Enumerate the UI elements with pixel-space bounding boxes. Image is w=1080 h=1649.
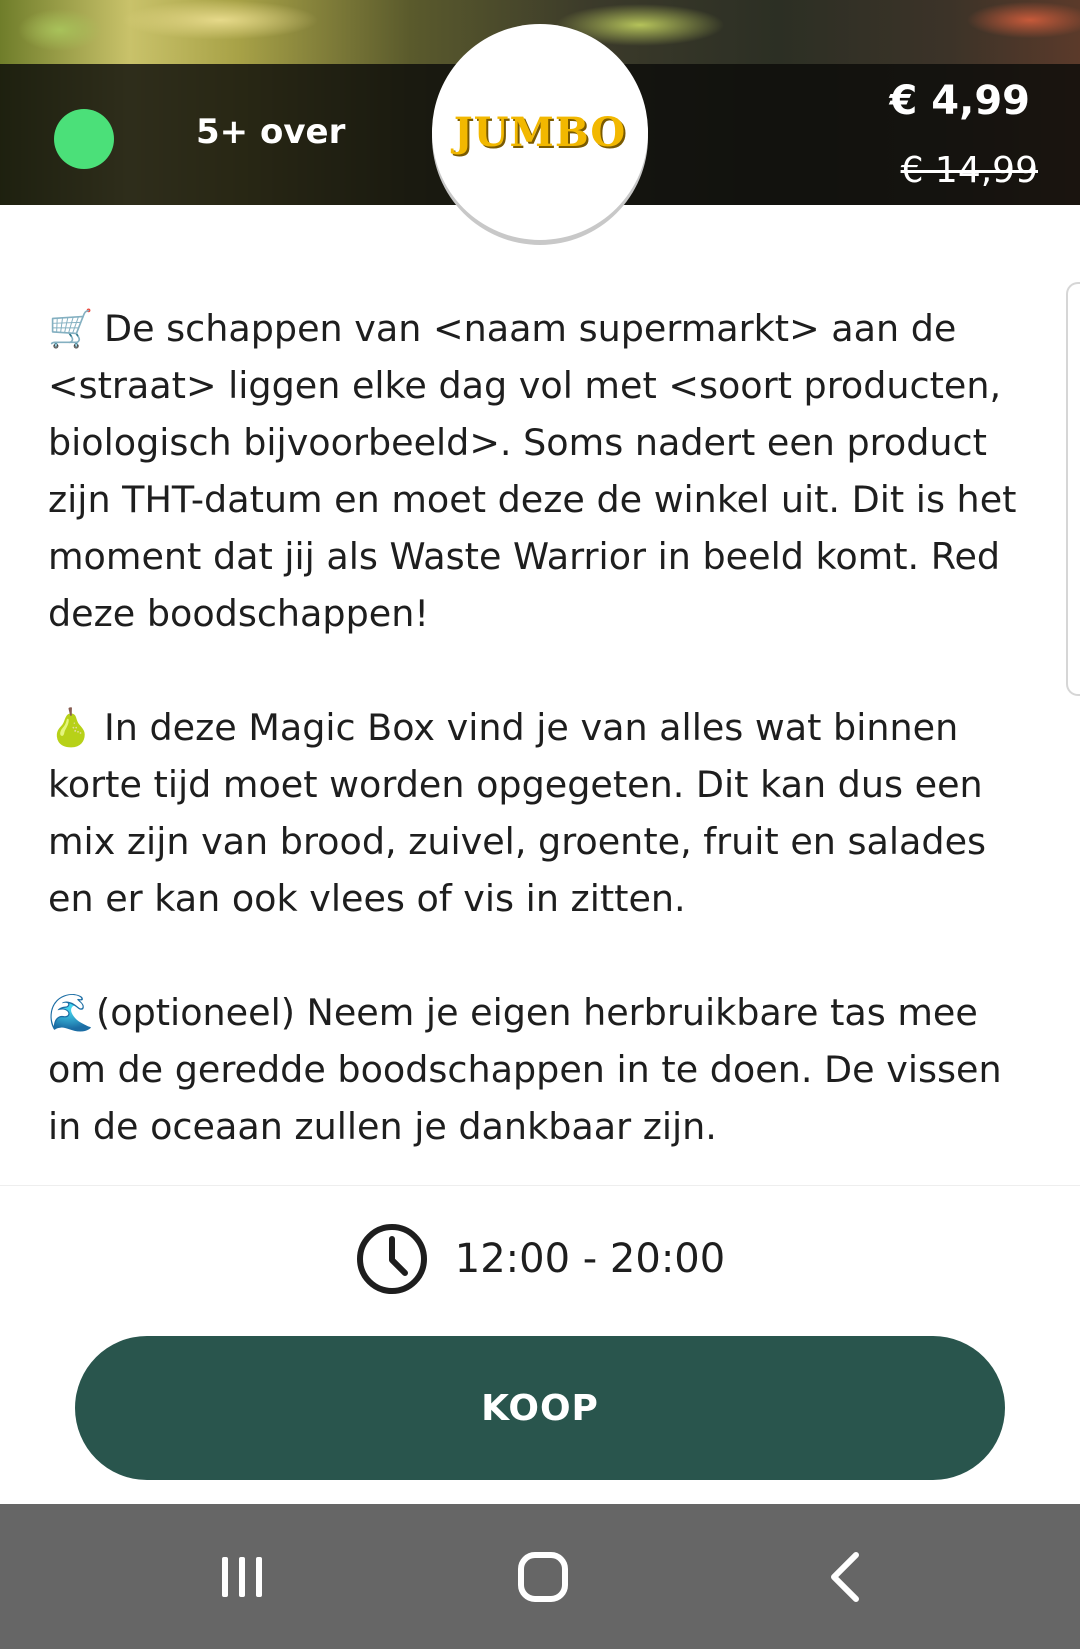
home-button[interactable] <box>483 1504 603 1649</box>
back-icon <box>831 1551 859 1602</box>
store-logo: JUMBO <box>432 24 648 240</box>
back-button[interactable] <box>786 1504 906 1649</box>
description-paragraph: 🍐 In deze Magic Box vind je van alles wat… <box>48 699 1033 927</box>
quantity-remaining: 5+ over <box>196 112 346 152</box>
shopping-cart-icon: 🛒 <box>48 307 94 350</box>
recent-apps-icon <box>222 1556 262 1597</box>
original-price: € 14,99 <box>900 150 1038 191</box>
clock-icon <box>356 1224 427 1294</box>
offer-description: 🛒 De schappen van <naam supermarkt> aan d… <box>48 300 1033 1155</box>
scrollbar-thumb[interactable] <box>1066 282 1080 696</box>
recent-apps-button[interactable] <box>182 1504 302 1649</box>
section-divider <box>0 1185 1080 1186</box>
description-paragraph: 🛒 De schappen van <naam supermarkt> aan d… <box>48 300 1033 642</box>
current-price: € 4,99 <box>889 78 1030 124</box>
pickup-time-range: 12:00 - 20:00 <box>454 1236 726 1282</box>
description-text: De schappen van <naam supermarkt> aan de… <box>48 307 1017 635</box>
store-logo-text: JUMBO <box>453 108 627 156</box>
home-icon <box>518 1551 568 1602</box>
pear-icon: 🍐 <box>48 706 94 749</box>
description-paragraph: 🌊(optioneel) Neem je eigen herbruikbare … <box>48 984 1033 1155</box>
pickup-time-row: 12:00 - 20:00 <box>0 1222 1080 1296</box>
buy-button[interactable]: KOOP <box>75 1336 1005 1480</box>
system-navigation-bar <box>0 1504 1080 1649</box>
description-text: In deze Magic Box vind je van alles wat … <box>48 706 987 920</box>
availability-status-dot <box>54 109 114 169</box>
description-text: (optioneel) Neem je eigen herbruikbare t… <box>48 991 1002 1148</box>
wave-icon: 🌊 <box>48 991 94 1034</box>
